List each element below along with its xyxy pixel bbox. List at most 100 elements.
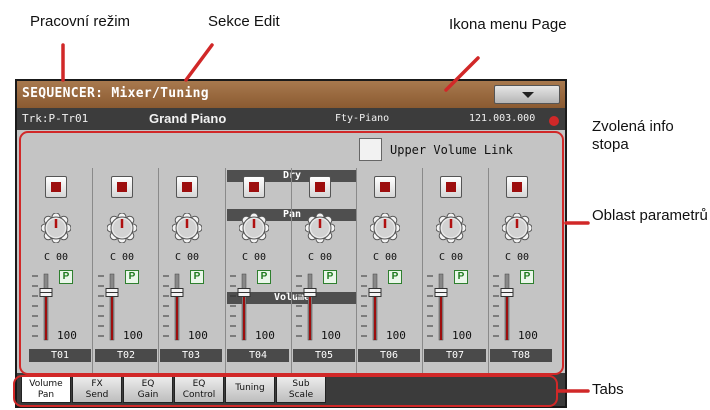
play-button[interactable]: P (454, 270, 468, 284)
sequencer-screen: SEQUENCER: Mixer/Tuning Trk:P-Tr01 Grand… (15, 79, 567, 408)
volume-value: 100 (321, 329, 341, 342)
pan-knob-icon[interactable] (106, 212, 138, 244)
mute-led-icon (51, 182, 61, 192)
mute-led-icon (117, 182, 127, 192)
annotation-page-menu-icon: Ikona menu Page (449, 16, 567, 33)
annotation-parameter-area: Oblast parametrů (592, 207, 708, 224)
mute-led-icon (380, 182, 390, 192)
edit-section-callout-line (184, 43, 214, 82)
volume-fader[interactable] (426, 266, 452, 342)
annotation-tabs: Tabs (592, 381, 624, 398)
pan-value: C 00 (504, 252, 530, 263)
volume-fader[interactable] (295, 266, 321, 342)
pan-knob-icon[interactable] (40, 212, 72, 244)
upper-volume-link-label: Upper Volume Link (390, 143, 513, 157)
annotation-selected-track-info: Zvolená info stopa (592, 118, 674, 153)
title-bar: SEQUENCER: Mixer/Tuning (17, 81, 565, 108)
tab-bar: Volume Pan FX Send EQ Gain EQ Control Tuning… (17, 373, 565, 406)
volume-value: 100 (452, 329, 472, 342)
sound-bank: Fty-Piano (335, 113, 390, 124)
track-label: T05 (293, 349, 355, 362)
tab-eq-gain[interactable]: EQ Gain (123, 376, 173, 403)
track-info-callout-dot (549, 116, 559, 126)
channel-strip: C 00 P 100 T07 (424, 168, 486, 373)
mute-led-icon (182, 182, 192, 192)
mute-button[interactable] (374, 176, 396, 198)
volume-value: 100 (57, 329, 77, 342)
pan-value: C 00 (174, 252, 200, 263)
upper-volume-link-checkbox[interactable] (359, 138, 382, 161)
volume-fader[interactable] (162, 266, 188, 342)
play-button[interactable]: P (190, 270, 204, 284)
play-button[interactable]: P (257, 270, 271, 284)
volume-fader[interactable] (360, 266, 386, 342)
pan-knob-icon[interactable] (171, 212, 203, 244)
mute-led-icon (315, 182, 325, 192)
volume-fader[interactable] (31, 266, 57, 342)
pan-value: C 00 (307, 252, 333, 263)
tab-tuning[interactable]: Tuning (225, 376, 275, 403)
pan-value: C 00 (241, 252, 267, 263)
track-label: T02 (95, 349, 157, 362)
tab-fx-send[interactable]: FX Send (72, 376, 122, 403)
strip-divider (488, 168, 489, 373)
mute-led-icon (512, 182, 522, 192)
sound-name: Grand Piano (149, 111, 227, 126)
mute-button[interactable] (506, 176, 528, 198)
tab-sub-scale[interactable]: Sub Scale (276, 376, 326, 403)
page-title: SEQUENCER: Mixer/Tuning (22, 86, 209, 101)
strip-divider (356, 168, 357, 373)
strip-divider (291, 168, 292, 373)
tab-eq-control[interactable]: EQ Control (174, 376, 224, 403)
volume-fader[interactable] (229, 266, 255, 342)
channel-strip: C 00 P 100 T06 (358, 168, 420, 373)
mute-button[interactable] (111, 176, 133, 198)
play-button[interactable]: P (59, 270, 73, 284)
volume-value: 100 (123, 329, 143, 342)
annotation-edit-section: Sekce Edit (208, 13, 280, 30)
strip-divider (158, 168, 159, 373)
track-label: T01 (29, 349, 91, 362)
mute-button[interactable] (176, 176, 198, 198)
volume-fader[interactable] (492, 266, 518, 342)
pan-knob-icon[interactable] (501, 212, 533, 244)
volume-value: 100 (518, 329, 538, 342)
pan-knob-icon[interactable] (238, 212, 270, 244)
play-button[interactable]: P (323, 270, 337, 284)
annotation-operating-mode: Pracovní režim (30, 13, 131, 30)
page-menu-button[interactable] (494, 85, 560, 104)
tab-volume-pan[interactable]: Volume Pan (21, 376, 71, 403)
pan-value: C 00 (438, 252, 464, 263)
pan-value: C 00 (43, 252, 69, 263)
volume-value: 100 (386, 329, 406, 342)
strip-divider (225, 168, 226, 373)
track-label: T06 (358, 349, 420, 362)
volume-fader[interactable] (97, 266, 123, 342)
mute-led-icon (249, 182, 259, 192)
play-button[interactable]: P (125, 270, 139, 284)
triangle-down-icon (522, 92, 534, 98)
track-label: T07 (424, 349, 486, 362)
play-button[interactable]: P (388, 270, 402, 284)
mute-button[interactable] (309, 176, 331, 198)
mute-button[interactable] (243, 176, 265, 198)
track-name: Trk:P-Tr01 (22, 112, 89, 125)
pan-knob-icon[interactable] (369, 212, 401, 244)
volume-value: 100 (188, 329, 208, 342)
pan-value: C 00 (372, 252, 398, 263)
pan-knob-icon[interactable] (435, 212, 467, 244)
play-button[interactable]: P (520, 270, 534, 284)
parameter-area: Upper Volume Link Dry Pan Volume C 00 P 10… (17, 130, 565, 373)
pan-knob-icon[interactable] (304, 212, 336, 244)
pan-value: C 00 (109, 252, 135, 263)
channel-strip: C 00 P 100 T01 (29, 168, 91, 373)
strip-divider (92, 168, 93, 373)
channel-strip: C 00 P 100 T05 (293, 168, 355, 373)
track-label: T08 (490, 349, 552, 362)
mute-button[interactable] (440, 176, 462, 198)
track-info-bar: Trk:P-Tr01 Grand Piano Fty-Piano 121.003… (17, 108, 565, 130)
strip-divider (422, 168, 423, 373)
mute-button[interactable] (45, 176, 67, 198)
volume-value: 100 (255, 329, 275, 342)
channel-strip: C 00 P 100 T02 (95, 168, 157, 373)
